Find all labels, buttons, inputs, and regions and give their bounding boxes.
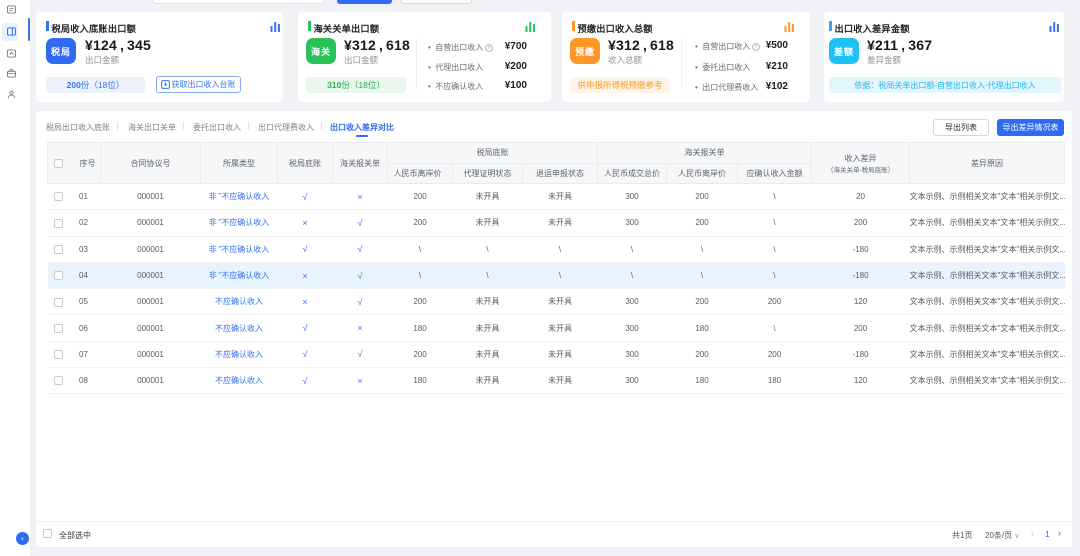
svg-text:?: ? <box>488 45 491 51</box>
svg-text:?: ? <box>755 44 758 50</box>
